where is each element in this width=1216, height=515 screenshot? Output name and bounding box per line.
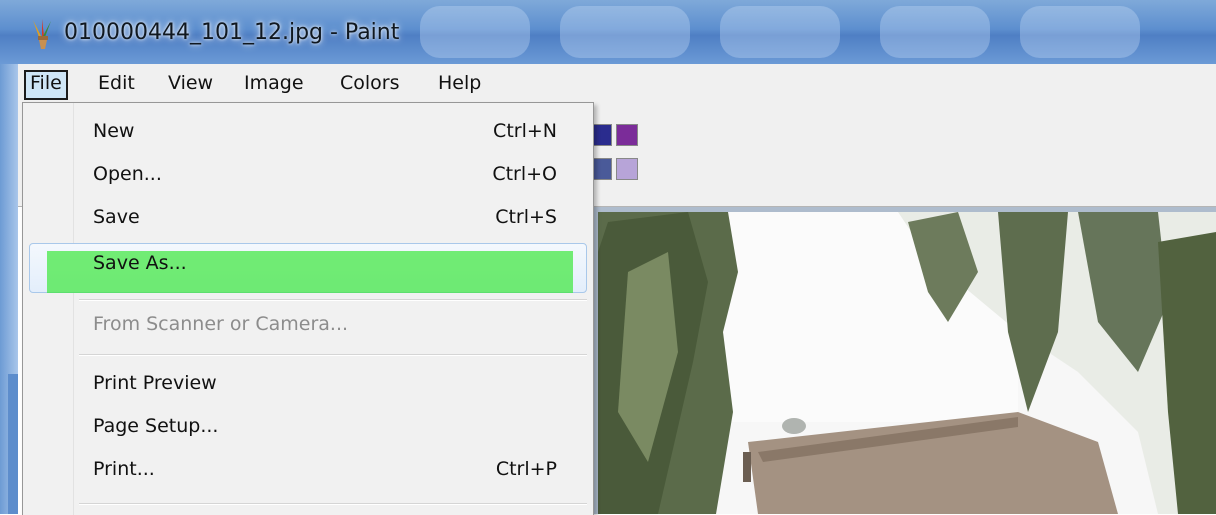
menu-edit[interactable]: Edit [92, 70, 141, 96]
menu-item-label: Open... [93, 163, 162, 185]
menu-item-print-preview[interactable]: Print Preview [93, 365, 583, 401]
title-bar-glass [720, 6, 840, 58]
menu-item-print[interactable]: Print... Ctrl+P [93, 451, 583, 487]
title-bar: 010000444_101_12.jpg - Paint [0, 0, 1216, 64]
menu-separator [79, 503, 587, 505]
image-canvas[interactable] [598, 212, 1216, 514]
file-menu-dropdown: New Ctrl+N Open... Ctrl+O Save Ctrl+S Sa… [22, 102, 594, 515]
menu-item-save-as[interactable]: Save As... [93, 245, 583, 281]
menu-item-label: Print Preview [93, 372, 217, 394]
menu-item-label: Print... [93, 458, 155, 480]
title-bar-glass [420, 6, 530, 58]
menu-icon-gutter [23, 103, 74, 515]
menu-item-shortcut: Ctrl+O [492, 163, 557, 185]
menu-item-label: From Scanner or Camera... [93, 313, 349, 335]
menu-item-shortcut: Ctrl+S [495, 206, 557, 228]
menu-help[interactable]: Help [432, 70, 487, 96]
paint-icon[interactable] [30, 18, 56, 50]
menu-item-from-scanner: From Scanner or Camera... [93, 306, 583, 342]
menu-item-label: Page Setup... [93, 415, 219, 437]
menu-bar: File Edit View Image Colors Help [18, 64, 1216, 103]
menu-file[interactable]: File [24, 70, 68, 100]
menu-image[interactable]: Image [238, 70, 310, 96]
title-bar-glass [880, 6, 990, 58]
palette-swatch[interactable] [616, 158, 638, 180]
window-title: 010000444_101_12.jpg - Paint [64, 20, 400, 45]
menu-separator [79, 299, 587, 301]
menu-item-label: Save As... [93, 252, 187, 274]
menu-separator [79, 354, 587, 356]
frame-accent [8, 374, 18, 514]
menu-colors[interactable]: Colors [334, 70, 406, 96]
window-frame-left [0, 64, 18, 514]
menu-item-label: New [93, 120, 135, 142]
menu-item-shortcut: Ctrl+N [493, 120, 557, 142]
title-bar-glass [560, 6, 690, 58]
menu-item-new[interactable]: New Ctrl+N [93, 113, 583, 149]
menu-item-page-setup[interactable]: Page Setup... [93, 408, 583, 444]
menu-item-shortcut: Ctrl+P [495, 458, 557, 480]
menu-item-open[interactable]: Open... Ctrl+O [93, 156, 583, 192]
palette-swatch[interactable] [616, 124, 638, 146]
title-bar-glass [1020, 6, 1140, 58]
menu-item-label: Save [93, 206, 140, 228]
menu-view[interactable]: View [162, 70, 219, 96]
menu-item-save[interactable]: Save Ctrl+S [93, 199, 583, 235]
